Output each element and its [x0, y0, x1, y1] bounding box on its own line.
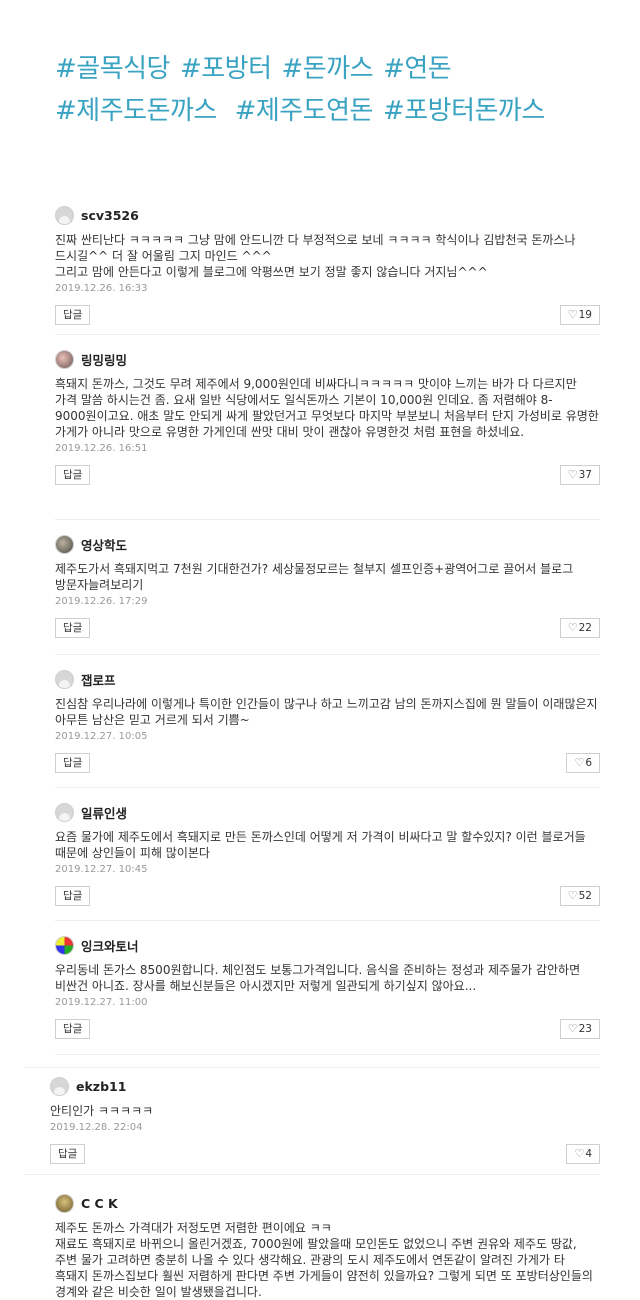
reply-button[interactable]: 답글	[50, 1144, 86, 1164]
comment-date: 2019.12.27. 10:05	[55, 731, 148, 742]
comment-date: 2019.12.26. 17:29	[55, 596, 148, 607]
like-button[interactable]: ♡ 4	[566, 1144, 600, 1164]
comment-author[interactable]: 일류인생	[81, 803, 127, 822]
heart-icon: ♡	[567, 308, 578, 321]
comment-text: 진심참 우리나라에 이렇게나 특이한 인간들이 많구나 하고 느끼고감 남의 돈…	[55, 697, 598, 727]
heart-icon: ♡	[567, 889, 578, 902]
avatar[interactable]	[55, 534, 74, 554]
hashtag[interactable]: #골목식당	[55, 54, 170, 84]
reply-button[interactable]: 답글	[55, 753, 91, 773]
hashtag-list: #골목식당 #포방터 #돈까스 #연돈 #제주도돈까스 #제주도연돈 #포방터돈까스	[55, 48, 615, 132]
avatar[interactable]	[55, 669, 74, 689]
comment-item: 잉크와토너 우리동네 돈가스 8500원합니다. 체인점도 보통그가격입니다. …	[55, 933, 600, 1055]
avatar[interactable]	[55, 935, 74, 955]
comment-text: 우리동네 돈가스 8500원합니다. 체인점도 보통그가격입니다. 음식을 준비…	[55, 963, 581, 993]
hashtag[interactable]: #제주도돈까스	[55, 96, 217, 126]
comment-author[interactable]: 링밍링밍	[81, 350, 127, 369]
like-button[interactable]: ♡ 19	[559, 305, 600, 325]
heart-icon: ♡	[574, 756, 585, 769]
like-button[interactable]: ♡ 23	[559, 1019, 600, 1039]
heart-icon: ♡	[567, 1022, 578, 1035]
comment-text: 안티인가 ㅋㅋㅋㅋㅋ	[50, 1104, 154, 1118]
hashtag[interactable]: #연돈	[383, 54, 452, 84]
heart-icon: ♡	[574, 1147, 585, 1160]
avatar[interactable]	[55, 205, 74, 225]
like-button[interactable]: ♡ 22	[559, 618, 600, 638]
comment-item: scv3526 진짜 싼티난다 ㅋㅋㅋㅋㅋ 그냥 맘에 안드니깐 다 부정적으로…	[55, 203, 600, 335]
comment-date: 2019.12.28. 22:04	[50, 1122, 143, 1133]
comment-author[interactable]: 잉크와토너	[81, 936, 139, 955]
comment-item: 잽로프 진심참 우리나라에 이렇게나 특이한 인간들이 많구나 하고 느끼고감 …	[55, 667, 600, 788]
like-button[interactable]: ♡ 37	[559, 465, 600, 485]
like-count: 52	[578, 890, 592, 902]
comment-text: 진짜 싼티난다 ㅋㅋㅋㅋㅋ 그냥 맘에 안드니깐 다 부정적으로 보네 ㅋㅋㅋㅋ…	[55, 233, 576, 279]
comment-date: 2019.12.27. 11:00	[55, 997, 148, 1008]
like-count: 23	[578, 1023, 592, 1035]
comment-date: 2019.12.27. 10:45	[55, 864, 148, 875]
comment-item: 링밍링밍 흑돼지 돈까스, 그것도 무려 제주에서 9,000원인데 비싸다니ㅋ…	[55, 347, 600, 520]
comment-item: 일류인생 요즘 물가에 제주도에서 흑돼지로 만든 돈까스인데 어떻게 저 가격…	[55, 800, 600, 921]
hashtag[interactable]: #포방터	[180, 54, 272, 84]
comment-author[interactable]: scv3526	[81, 208, 139, 223]
comment-item: 영상학도 제주도가서 흑돼지먹고 7천원 기대한건가? 세상물정모르는 철부지 …	[55, 532, 600, 655]
reply-button[interactable]: 답글	[55, 305, 91, 325]
comment-author[interactable]: 잽로프	[81, 670, 116, 689]
comment-author[interactable]: ekzb11	[76, 1079, 126, 1094]
comment-date: 2019.12.26. 16:33	[55, 283, 148, 294]
reply-button[interactable]: 답글	[55, 886, 91, 906]
comment-text: 흑돼지 돈까스, 그것도 무려 제주에서 9,000원인데 비싸다니ㅋㅋㅋㅋㅋ …	[55, 377, 599, 439]
hashtag[interactable]: #제주도연돈	[235, 96, 374, 126]
comment-item: ekzb11 안티인가 ㅋㅋㅋㅋㅋ 2019.12.28. 22:04 답글 ♡ 4	[25, 1067, 600, 1175]
reply-button[interactable]: 답글	[55, 465, 91, 485]
comment-author[interactable]: 영상학도	[81, 535, 127, 554]
comment-author[interactable]: C C K	[81, 1196, 118, 1211]
avatar[interactable]	[55, 349, 74, 369]
avatar[interactable]	[55, 1193, 74, 1213]
like-count: 37	[578, 469, 592, 481]
like-count: 19	[578, 309, 592, 321]
comment-list: scv3526 진짜 싼티난다 ㅋㅋㅋㅋㅋ 그냥 맘에 안드니깐 다 부정적으로…	[0, 195, 640, 1300]
hashtag[interactable]: #포방터돈까스	[383, 96, 545, 126]
comment-date: 2019.12.26. 16:51	[55, 443, 148, 454]
like-count: 4	[585, 1148, 592, 1160]
like-button[interactable]: ♡ 52	[559, 886, 600, 906]
heart-icon: ♡	[567, 468, 578, 481]
reply-button[interactable]: 답글	[55, 618, 91, 638]
comment-text: 제주도가서 흑돼지먹고 7천원 기대한건가? 세상물정모르는 철부지 셀프인증+…	[55, 562, 574, 592]
like-button[interactable]: ♡ 6	[566, 753, 600, 773]
reply-button[interactable]: 답글	[55, 1019, 91, 1039]
comment-item: C C K 제주도 돈까스 가격대가 저정도면 저렴한 편이에요 ㅋㅋ 재료도 …	[55, 1191, 600, 1300]
like-count: 22	[578, 622, 592, 634]
like-count: 6	[585, 757, 592, 769]
heart-icon: ♡	[567, 621, 578, 634]
comment-text: 요즘 물가에 제주도에서 흑돼지로 만든 돈까스인데 어떻게 저 가격이 비싸다…	[55, 830, 586, 860]
avatar[interactable]	[55, 802, 74, 822]
avatar[interactable]	[50, 1076, 69, 1096]
hashtag[interactable]: #돈까스	[282, 54, 374, 84]
comment-text: 제주도 돈까스 가격대가 저정도면 저렴한 편이에요 ㅋㅋ 재료도 흑돼지로 바…	[55, 1221, 593, 1299]
